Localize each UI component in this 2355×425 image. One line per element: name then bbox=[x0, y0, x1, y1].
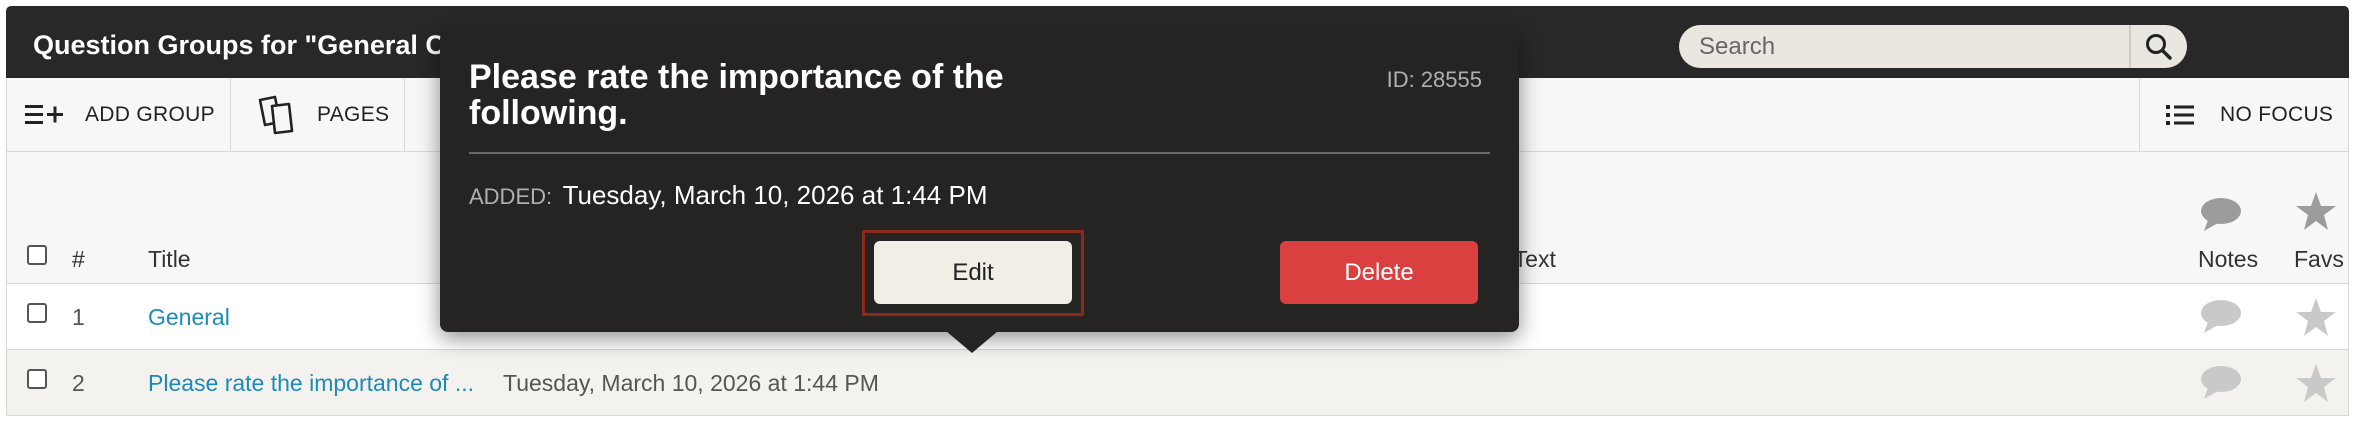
popover-added-label: ADDED: bbox=[469, 184, 553, 209]
star-icon bbox=[2296, 192, 2336, 230]
delete-button[interactable]: Delete bbox=[1280, 241, 1478, 304]
question-group-popover: Please rate the importance of the follow… bbox=[440, 31, 1519, 332]
column-favs: Favs bbox=[2294, 246, 2344, 272]
popover-added-value: Tuesday, March 10, 2026 at 1:44 PM bbox=[562, 180, 988, 210]
popover-added: ADDED: Tuesday, March 10, 2026 at 1:44 P… bbox=[469, 180, 987, 211]
comment-icon bbox=[2201, 300, 2241, 333]
star-icon bbox=[2296, 364, 2336, 402]
popover-divider bbox=[469, 152, 1490, 154]
popover-title: Please rate the importance of the follow… bbox=[469, 58, 1004, 132]
row-fav-button[interactable] bbox=[2295, 362, 2337, 409]
comment-icon bbox=[2201, 198, 2241, 231]
search-box bbox=[1679, 25, 2187, 68]
table-row[interactable]: 2 Please rate the importance of ... Tues… bbox=[6, 350, 2349, 416]
edit-button[interactable]: Edit bbox=[874, 241, 1072, 304]
row-notes-button[interactable] bbox=[2199, 298, 2243, 341]
row-added-date: Tuesday, March 10, 2026 at 1:44 PM bbox=[503, 370, 879, 396]
focus-button[interactable]: NO FOCUS bbox=[2139, 78, 2350, 151]
popover-id: ID: 28555 bbox=[1386, 67, 1482, 92]
row-number: 2 bbox=[72, 370, 85, 396]
comment-icon bbox=[2201, 366, 2241, 399]
add-list-icon bbox=[25, 104, 63, 124]
pages-icon bbox=[258, 95, 294, 134]
search-icon bbox=[2146, 33, 2172, 60]
popover-arrow bbox=[946, 331, 998, 353]
add-group-label: ADD GROUP bbox=[85, 102, 215, 126]
row-title-link[interactable]: General bbox=[148, 304, 230, 331]
favs-header-icon-wrap bbox=[2295, 190, 2337, 237]
pages-label: PAGES bbox=[317, 102, 390, 126]
row-notes-button[interactable] bbox=[2199, 364, 2243, 407]
row-title-link[interactable]: Please rate the importance of ... bbox=[148, 370, 474, 397]
search-input[interactable] bbox=[1679, 25, 2129, 68]
row-fav-button[interactable] bbox=[2295, 296, 2337, 343]
row-number: 1 bbox=[72, 304, 85, 330]
column-title: Title bbox=[148, 246, 191, 272]
select-all-checkbox[interactable] bbox=[27, 245, 47, 265]
search-button[interactable] bbox=[2129, 25, 2187, 68]
star-icon bbox=[2296, 298, 2336, 336]
column-number: # bbox=[72, 246, 85, 272]
pages-button[interactable]: PAGES bbox=[231, 78, 405, 151]
column-notes: Notes bbox=[2198, 246, 2259, 272]
list-icon bbox=[2166, 104, 2194, 125]
add-group-button[interactable]: ADD GROUP bbox=[7, 78, 231, 151]
notes-header-icon-wrap bbox=[2199, 196, 2243, 239]
row-checkbox[interactable] bbox=[27, 303, 47, 323]
row-checkbox[interactable] bbox=[27, 369, 47, 389]
focus-label: NO FOCUS bbox=[2220, 102, 2334, 126]
